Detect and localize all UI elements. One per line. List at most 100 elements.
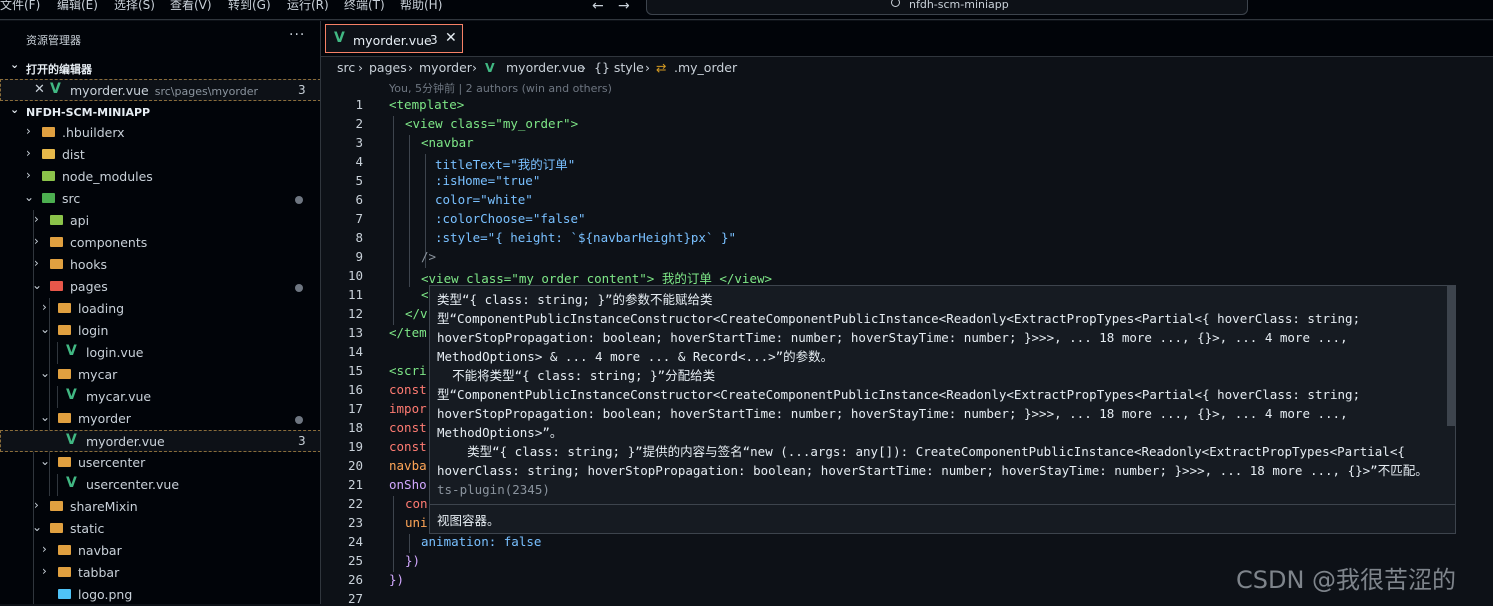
hover-error-source: ts-plugin(2345) bbox=[437, 482, 550, 497]
open-editors-header[interactable]: ⌄ 打开的编辑器 bbox=[0, 58, 320, 78]
project-header[interactable]: ⌄ NFDH-SCM-MINIAPP bbox=[0, 103, 320, 123]
menu-terminal[interactable]: 终端(T) bbox=[344, 0, 385, 13]
breadcrumb-style[interactable]: {} style bbox=[594, 60, 644, 75]
line-number: 4 bbox=[355, 154, 363, 169]
code-line-2: <view class="my_order"> bbox=[405, 116, 579, 131]
folder-components-icon bbox=[50, 237, 63, 247]
hover-divider bbox=[430, 504, 1455, 505]
line-number: 23 bbox=[347, 515, 363, 530]
chevron-down-icon: ⌄ bbox=[40, 322, 51, 336]
indent-guide bbox=[409, 534, 410, 553]
tree-item-tabbar[interactable]: › tabbar bbox=[0, 562, 320, 584]
tree-item-static[interactable]: ⌄ static bbox=[0, 518, 320, 540]
more-actions-icon[interactable]: ··· bbox=[289, 27, 305, 43]
chevron-right-icon: › bbox=[26, 124, 31, 138]
vue-file-icon: V bbox=[66, 475, 77, 491]
chevron-right-icon: › bbox=[34, 234, 39, 248]
chevron-down-icon: ⌄ bbox=[10, 103, 20, 116]
image-file-icon bbox=[58, 589, 71, 599]
indent-guide bbox=[393, 496, 394, 572]
line-number: 12 bbox=[347, 306, 363, 321]
code-line-26: }) bbox=[389, 572, 405, 587]
chevron-right-icon: › bbox=[408, 60, 413, 75]
tree-item-hbuilderx[interactable]: › .hbuilderx bbox=[0, 122, 320, 144]
tree-item-dist[interactable]: › dist bbox=[0, 144, 320, 166]
hover-tooltip[interactable]: 类型“{ class: string; }”的参数不能赋给类型“Componen… bbox=[429, 285, 1456, 534]
menu-view[interactable]: 查看(V) bbox=[170, 0, 212, 13]
tab-label: myorder.vue bbox=[353, 33, 432, 48]
hover-scrollbar[interactable] bbox=[1447, 286, 1456, 426]
tree-item-api[interactable]: › api bbox=[0, 210, 320, 232]
folder-open-icon bbox=[58, 369, 71, 379]
close-tab-icon[interactable]: ✕ bbox=[445, 30, 457, 46]
close-icon[interactable]: ✕ bbox=[34, 82, 45, 97]
folder-api-icon bbox=[50, 215, 63, 225]
chevron-down-icon: ⌄ bbox=[10, 58, 20, 71]
breadcrumb-myorder[interactable]: myorder bbox=[419, 60, 472, 75]
tree-item-mycar[interactable]: ⌄ mycar bbox=[0, 364, 320, 386]
menu-edit[interactable]: 编辑(E) bbox=[57, 0, 98, 13]
tab-myorder-vue[interactable]: V myorder.vue 3 ✕ bbox=[325, 24, 463, 53]
tree-item-src[interactable]: ⌄ src bbox=[0, 188, 320, 210]
menu-go[interactable]: 转到(G) bbox=[228, 0, 271, 13]
line-number: 3 bbox=[355, 135, 363, 150]
breadcrumb-pages[interactable]: pages bbox=[369, 60, 407, 75]
back-arrow-icon[interactable]: ← bbox=[592, 0, 604, 14]
menu-file[interactable]: 文件(F) bbox=[0, 0, 40, 13]
chevron-down-icon: ⌄ bbox=[40, 454, 51, 468]
chevron-right-icon: › bbox=[42, 542, 47, 556]
vue-file-icon: V bbox=[485, 60, 495, 75]
open-editor-path: src\pages\myorder bbox=[154, 85, 258, 98]
breadcrumb-selector[interactable]: .my_order bbox=[674, 60, 737, 75]
open-editor-item-myorder[interactable]: ✕ V myorder.vue src\pages\myorder 3 bbox=[0, 79, 320, 101]
tree-item-myorder[interactable]: ⌄ myorder bbox=[0, 408, 320, 430]
breadcrumb: src › pages › myorder › V myorder.vue › … bbox=[321, 58, 1493, 78]
menu-run[interactable]: 运行(R) bbox=[287, 0, 329, 13]
css-selector-icon: ⇄ bbox=[656, 60, 667, 75]
folder-icon bbox=[50, 501, 63, 511]
line-number: 21 bbox=[347, 477, 363, 492]
chevron-right-icon: › bbox=[42, 300, 47, 314]
breadcrumb-file[interactable]: myorder.vue bbox=[506, 60, 585, 75]
code-line-7: :colorChoose="false" bbox=[435, 211, 586, 226]
chevron-right-icon: › bbox=[358, 60, 363, 75]
code-line-12: </v bbox=[405, 306, 428, 321]
code-line-4: titleText="我的订单" bbox=[435, 157, 576, 172]
menu-selection[interactable]: 选择(S) bbox=[114, 0, 155, 13]
tree-item-components[interactable]: › components bbox=[0, 232, 320, 254]
menu-help[interactable]: 帮助(H) bbox=[400, 0, 442, 13]
line-number: 5 bbox=[355, 173, 363, 188]
tree-item-login-vue[interactable]: V login.vue bbox=[0, 342, 320, 364]
tree-item-pages[interactable]: ⌄ pages bbox=[0, 276, 320, 298]
tree-item-mycar-vue[interactable]: V mycar.vue bbox=[0, 386, 320, 408]
tree-item-usercenter-vue[interactable]: V usercenter.vue bbox=[0, 474, 320, 496]
project-title: NFDH-SCM-MINIAPP bbox=[26, 106, 151, 119]
folder-icon bbox=[50, 259, 63, 269]
chevron-right-icon: › bbox=[26, 146, 31, 160]
chevron-down-icon: ⌄ bbox=[40, 410, 51, 424]
folder-open-icon bbox=[58, 457, 71, 467]
command-center-search[interactable]: nfdh-scm-miniapp bbox=[646, 0, 1248, 15]
code-line-6: color="white" bbox=[435, 192, 533, 207]
breadcrumb-src[interactable]: src bbox=[337, 60, 355, 75]
tree-item-myorder-vue[interactable]: V myorder.vue 3 bbox=[0, 430, 320, 452]
code-line-25: }) bbox=[405, 553, 421, 568]
tree-item-hooks[interactable]: › hooks bbox=[0, 254, 320, 276]
chevron-right-icon: › bbox=[34, 256, 39, 270]
line-number: 6 bbox=[355, 192, 363, 207]
line-number: 16 bbox=[347, 382, 363, 397]
code-line-21: onSho bbox=[389, 477, 427, 492]
tree-item-usercenter[interactable]: ⌄ usercenter bbox=[0, 452, 320, 474]
tree-item-loading[interactable]: › loading bbox=[0, 298, 320, 320]
line-number: 17 bbox=[347, 401, 363, 416]
tree-item-logo-png[interactable]: logo.png bbox=[0, 584, 320, 604]
tree-item-login[interactable]: ⌄ login bbox=[0, 320, 320, 342]
tree-item-navbar[interactable]: › navbar bbox=[0, 540, 320, 562]
forward-arrow-icon[interactable]: → bbox=[618, 0, 630, 14]
codelens-blame[interactable]: You, 5分钟前 | 2 authors (win and others) bbox=[389, 80, 612, 96]
tree-item-sharemixin[interactable]: › shareMixin bbox=[0, 496, 320, 518]
code-line-16: const bbox=[389, 382, 427, 397]
line-number: 13 bbox=[347, 325, 363, 340]
tree-item-node-modules[interactable]: › node_modules bbox=[0, 166, 320, 188]
code-line-24: animation: false bbox=[421, 534, 542, 549]
